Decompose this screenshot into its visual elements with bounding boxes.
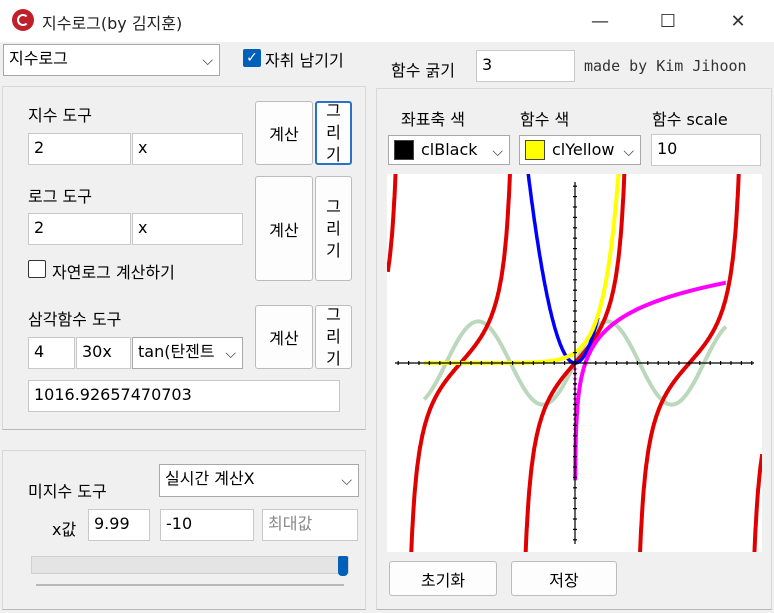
draw-char: 그 xyxy=(326,101,341,120)
axis-color-label: 좌표축 색 xyxy=(401,110,465,129)
draw-char: 기 xyxy=(326,145,341,164)
chevron-down-icon: ⌵ xyxy=(225,346,236,362)
max-value-input[interactable]: 최대값 xyxy=(262,509,358,541)
min-value-input[interactable]: -10 xyxy=(160,509,254,541)
draw-char: 리 xyxy=(326,327,341,346)
exp-base-input[interactable]: 2 xyxy=(28,133,131,165)
axis-color-swatch xyxy=(394,140,414,160)
natural-log-checkbox[interactable] xyxy=(28,260,46,278)
axis-color-select[interactable]: clBlack ⌵ xyxy=(388,135,510,165)
chevron-down-icon: ⌵ xyxy=(492,144,503,160)
trig-coef-input[interactable]: 4 xyxy=(28,337,75,369)
trig-func-value: tan(탄젠트 xyxy=(138,342,215,361)
scale-input[interactable]: 10 xyxy=(651,134,761,166)
calc-mode-value: 실시간 계산X xyxy=(165,469,255,488)
save-button[interactable]: 저장 xyxy=(511,561,617,596)
thickness-label: 함수 굵기 xyxy=(391,61,455,80)
trig-draw-button[interactable]: 그 리 기 xyxy=(315,305,352,369)
natural-log-label: 자연로그 계산하기 xyxy=(52,263,175,282)
window-title: 지수로그(by 김지훈) xyxy=(42,14,183,33)
app-icon xyxy=(12,9,34,31)
log-draw-button[interactable]: 그 리 기 xyxy=(315,176,352,281)
title-bar: 지수로그(by 김지훈) — ☐ ✕ xyxy=(0,0,774,42)
thickness-input[interactable]: 3 xyxy=(476,50,575,82)
chevron-down-icon: ⌵ xyxy=(202,53,213,69)
chevron-down-icon: ⌵ xyxy=(623,144,634,160)
func-color-label: 함수 색 xyxy=(520,110,570,129)
func-color-value: clYellow xyxy=(552,140,615,159)
exp-calc-button[interactable]: 계산 xyxy=(255,101,313,165)
maximize-button[interactable]: ☐ xyxy=(638,0,698,42)
scale-label: 함수 scale xyxy=(652,110,728,129)
trig-func-select[interactable]: tan(탄젠트 ⌵ xyxy=(132,337,243,369)
slider-tick-line xyxy=(36,584,344,586)
draw-char: 그 xyxy=(326,305,341,324)
close-button[interactable]: ✕ xyxy=(708,0,768,42)
trig-calc-button[interactable]: 계산 xyxy=(255,305,313,369)
exp-tool-label: 지수 도구 xyxy=(28,106,92,125)
trace-checkbox[interactable]: ✓ xyxy=(243,49,261,67)
mode-select[interactable]: 지수로그 ⌵ xyxy=(3,44,220,76)
x-value-input[interactable]: 9.99 xyxy=(88,509,150,541)
draw-char: 그 xyxy=(326,196,341,216)
minimize-button[interactable]: — xyxy=(570,0,630,42)
calculus-tool-label: 미지수 도구 xyxy=(28,482,107,501)
draw-char: 리 xyxy=(326,218,341,238)
x-slider-track[interactable] xyxy=(31,556,349,574)
draw-char: 기 xyxy=(326,240,341,260)
mode-select-value: 지수로그 xyxy=(9,49,68,68)
trig-arg-input[interactable]: 30x xyxy=(76,337,131,369)
exp-draw-button[interactable]: 그 리 기 xyxy=(315,101,352,165)
chevron-down-icon: ⌵ xyxy=(341,473,352,489)
calc-mode-select[interactable]: 실시간 계산X ⌵ xyxy=(159,464,359,497)
reset-button[interactable]: 초기화 xyxy=(389,561,497,596)
func-color-swatch xyxy=(525,140,545,160)
trace-checkbox-label: 자취 남기기 xyxy=(265,51,344,70)
exp-exponent-input[interactable]: x xyxy=(132,133,243,165)
draw-char: 리 xyxy=(326,123,341,142)
trig-result-field[interactable]: 1016.92657470703 xyxy=(28,380,340,412)
trig-tool-label: 삼각함수 도구 xyxy=(28,310,122,329)
x-value-label: x값 xyxy=(52,520,77,539)
log-calc-button[interactable]: 계산 xyxy=(255,176,313,281)
log-tool-label: 로그 도구 xyxy=(28,187,92,206)
x-slider-thumb[interactable] xyxy=(338,556,348,576)
draw-char: 기 xyxy=(326,349,341,368)
log-base-input[interactable]: 2 xyxy=(28,213,131,245)
log-arg-input[interactable]: x xyxy=(132,213,243,245)
axis-color-value: clBlack xyxy=(421,140,478,159)
func-color-select[interactable]: clYellow ⌵ xyxy=(519,135,641,165)
graph-canvas[interactable] xyxy=(387,174,762,552)
credit-text: made by Kim Jihoon xyxy=(584,57,747,75)
